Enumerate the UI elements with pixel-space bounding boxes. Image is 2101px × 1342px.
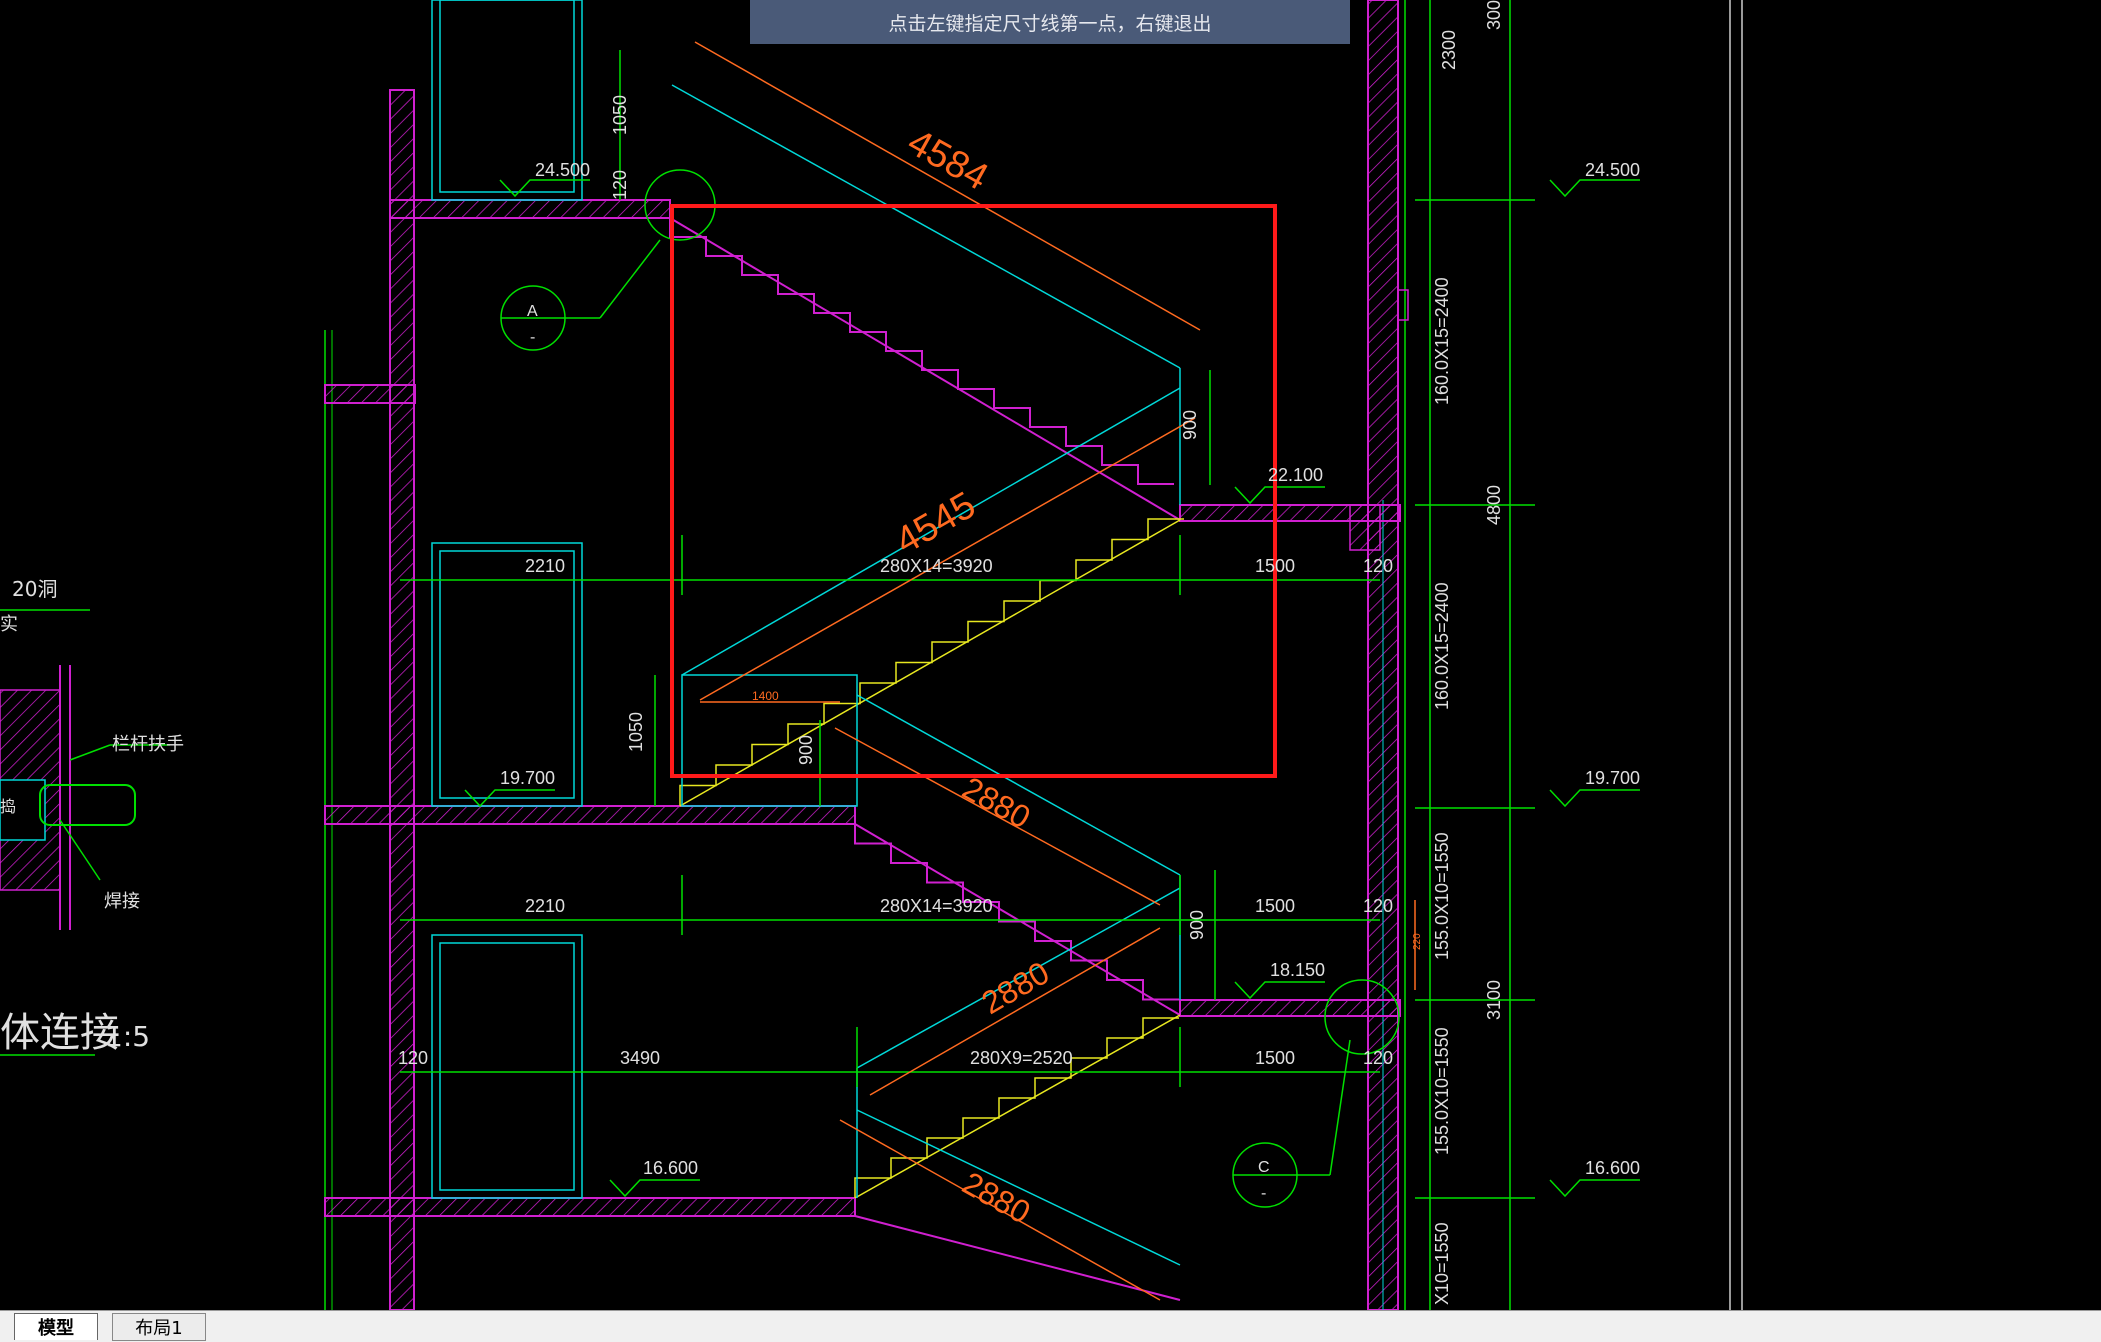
right-vdim: 3100 xyxy=(1484,980,1504,1020)
dim-label: 120 xyxy=(1363,556,1393,576)
slope-dims xyxy=(694,41,1416,1301)
dim-label: 1500 xyxy=(1255,556,1295,576)
right-vdim: 4800 xyxy=(1484,485,1504,525)
marker-c-sub: - xyxy=(1261,1185,1266,1202)
dim-label: 1500 xyxy=(1255,1048,1295,1068)
frame-lines xyxy=(1729,0,1743,1310)
right-vdim: 2300 xyxy=(1439,30,1459,70)
right-vdim: 160.0X15=2400 xyxy=(1432,277,1452,405)
elev-label: 16.600 xyxy=(643,1158,698,1178)
note-solid: 实 xyxy=(0,614,18,635)
slope-label: 2880 xyxy=(957,1165,1037,1231)
right-vdim: X10=1550 xyxy=(1432,1222,1452,1305)
small-dim: 1400 xyxy=(752,689,779,703)
marker-c-letter: C xyxy=(1258,1159,1270,1176)
dim-label: 1500 xyxy=(1255,896,1295,916)
tab-layout1[interactable]: 布局1 xyxy=(112,1313,206,1341)
dim-label: 120 xyxy=(1363,896,1393,916)
right-vdim: 155.0X10=1550 xyxy=(1432,832,1452,960)
detail-scale: 1:5 xyxy=(105,1020,150,1053)
dim-label: 280X9=2520 xyxy=(970,1048,1073,1068)
marker-a-letter: A xyxy=(527,303,538,320)
right-vdim: 160.0X15=2400 xyxy=(1432,582,1452,710)
note-rail: 栏杆扶手 xyxy=(112,734,184,755)
note-weld: 焊接 xyxy=(104,891,140,912)
elev-label: 19.700 xyxy=(1585,768,1640,788)
tab-model[interactable]: 模型 xyxy=(14,1313,98,1340)
stairs xyxy=(669,84,1184,1301)
slope-label: 4584 xyxy=(901,121,995,199)
note-hole: 20洞 xyxy=(12,577,57,601)
elev-label: 18.150 xyxy=(1270,960,1325,980)
elev-label: 24.500 xyxy=(535,160,590,180)
right-vdim: 300( xyxy=(1484,0,1504,30)
dim-label: 280X14=3920 xyxy=(880,896,993,916)
dim-label: 120 xyxy=(398,1048,428,1068)
vdim-label: 1050 xyxy=(610,95,630,135)
vdim-label: 1050 xyxy=(626,712,646,752)
left-detail xyxy=(0,609,170,1056)
command-prompt: 点击左键指定尺寸线第一点，右键退出 xyxy=(750,0,1350,44)
walls xyxy=(324,0,1409,1310)
elev-label: 16.600 xyxy=(1585,1158,1640,1178)
cad-drawing-canvas[interactable]: 20洞 实 栏杆扶手 捣 焊接 体连接 1:5 24.500 24.500 22… xyxy=(0,0,2101,1310)
dim-label: 2210 xyxy=(525,896,565,916)
detail-title: 体连接 xyxy=(0,1010,120,1056)
dim-label: 120 xyxy=(1363,1048,1393,1068)
dimension-lines xyxy=(400,0,1535,1310)
vdim-label: 900 xyxy=(1180,410,1200,440)
elev-label: 24.500 xyxy=(1585,160,1640,180)
vdim-label: 120 xyxy=(610,170,630,200)
slope-label: 2880 xyxy=(957,770,1037,836)
elev-label: 19.700 xyxy=(500,768,555,788)
right-vdim: 155.0X10=1550 xyxy=(1432,1027,1452,1155)
dim-label: 2210 xyxy=(525,556,565,576)
layout-tab-bar: 模型 布局1 xyxy=(0,1310,2101,1342)
note-misc: 捣 xyxy=(0,797,16,816)
elev-label: 22.100 xyxy=(1268,465,1323,485)
elevation-symbols xyxy=(464,179,1640,1198)
vdim-label: 900 xyxy=(796,735,816,765)
marker-a-sub: - xyxy=(530,329,535,346)
small-dim: 220 xyxy=(1412,933,1423,950)
dim-label: 3490 xyxy=(620,1048,660,1068)
vdim-label: 900 xyxy=(1187,910,1207,940)
slope-label: 4545 xyxy=(889,484,983,563)
dim-label: 280X14=3920 xyxy=(880,556,993,576)
